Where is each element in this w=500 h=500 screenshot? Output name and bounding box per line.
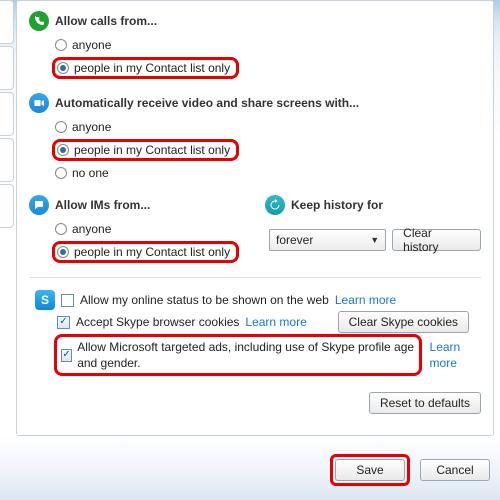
reset-defaults-button[interactable]: Reset to defaults — [369, 392, 481, 414]
highlight-box: people in my Contact list only — [52, 57, 239, 79]
radio-video-noone[interactable]: no one — [29, 163, 481, 183]
radio-icon — [55, 167, 67, 179]
phone-icon — [29, 11, 49, 31]
check-label: Accept Skype browser cookies — [76, 314, 239, 330]
chat-icon — [29, 195, 49, 215]
learn-more-link[interactable]: Learn more — [430, 339, 481, 371]
sidebar-tab[interactable] — [0, 46, 14, 90]
check-browser-cookies[interactable]: ✓ Accept Skype browser cookies Learn mor… — [29, 312, 481, 332]
divider — [29, 277, 481, 278]
radio-icon — [57, 246, 69, 258]
checkbox-icon: ✓ — [61, 349, 72, 362]
radio-label: no one — [72, 165, 109, 181]
section-title: Allow IMs from... — [55, 198, 150, 212]
section-title: Keep history for — [291, 198, 383, 212]
section-title: Allow calls from... — [55, 14, 157, 28]
section-calls: Allow calls from... anyone people in my … — [29, 11, 481, 81]
check-targeted-ads[interactable]: ✓ Allow Microsoft targeted ads, includin… — [29, 332, 481, 378]
radio-icon — [55, 121, 67, 133]
sidebar-tab[interactable] — [0, 184, 14, 228]
radio-video-contacts[interactable]: people in my Contact list only — [29, 137, 481, 163]
check-label: Allow Microsoft targeted ads, including … — [77, 339, 414, 371]
radio-ims-anyone[interactable]: anyone — [29, 219, 245, 239]
radio-label: anyone — [72, 221, 111, 237]
radio-calls-contacts[interactable]: people in my Contact list only — [29, 55, 481, 81]
clear-history-button[interactable]: Clear history — [392, 229, 481, 251]
video-icon — [29, 93, 49, 113]
check-label: Allow my online status to be shown on th… — [80, 292, 329, 308]
section-history: Keep history for forever ▼ Clear history — [265, 195, 481, 251]
learn-more-link[interactable]: Learn more — [335, 292, 396, 308]
radio-icon — [55, 39, 67, 51]
highlight-box: ✓ Allow Microsoft targeted ads, includin… — [54, 334, 422, 376]
radio-icon — [57, 144, 69, 156]
section-video: Automatically receive video and share sc… — [29, 93, 481, 183]
privacy-panel: Allow calls from... anyone people in my … — [16, 0, 494, 436]
skype-icon: S — [35, 290, 55, 310]
chevron-down-icon: ▼ — [370, 235, 379, 245]
sidebar-tabs — [0, 0, 14, 300]
dialog-buttons: Save Cancel — [330, 454, 490, 486]
sidebar-tab[interactable] — [0, 0, 14, 44]
check-online-status[interactable]: S Allow my online status to be shown on … — [29, 288, 481, 312]
clear-skype-cookies-button[interactable]: Clear Skype cookies — [338, 311, 469, 333]
radio-video-anyone[interactable]: anyone — [29, 117, 481, 137]
section-misc-checks: S Allow my online status to be shown on … — [29, 288, 481, 378]
highlight-box: people in my Contact list only — [52, 241, 239, 263]
section-title: Automatically receive video and share sc… — [55, 96, 359, 110]
radio-calls-anyone[interactable]: anyone — [29, 35, 481, 55]
checkbox-icon: ✓ — [57, 316, 70, 329]
radio-ims-contacts[interactable]: people in my Contact list only — [29, 239, 245, 265]
sidebar-tab[interactable] — [0, 92, 14, 136]
radio-label: people in my Contact list only — [74, 244, 230, 260]
cancel-button[interactable]: Cancel — [420, 459, 490, 481]
history-select[interactable]: forever ▼ — [269, 229, 386, 251]
radio-label: people in my Contact list only — [74, 142, 230, 158]
select-value: forever — [276, 233, 313, 247]
checkbox-icon — [61, 294, 74, 307]
learn-more-link[interactable]: Learn more — [245, 314, 306, 330]
section-ims: Allow IMs from... anyone people in my Co… — [29, 195, 245, 265]
sidebar-tab[interactable] — [0, 138, 14, 182]
section-ims-history: Allow IMs from... anyone people in my Co… — [29, 195, 481, 265]
radio-label: people in my Contact list only — [74, 60, 230, 76]
history-icon — [265, 195, 285, 215]
radio-label: anyone — [72, 119, 111, 135]
radio-icon — [57, 62, 69, 74]
radio-label: anyone — [72, 37, 111, 53]
save-button[interactable]: Save — [335, 459, 405, 481]
radio-icon — [55, 223, 67, 235]
highlight-box: people in my Contact list only — [52, 139, 239, 161]
highlight-box: Save — [330, 454, 410, 486]
